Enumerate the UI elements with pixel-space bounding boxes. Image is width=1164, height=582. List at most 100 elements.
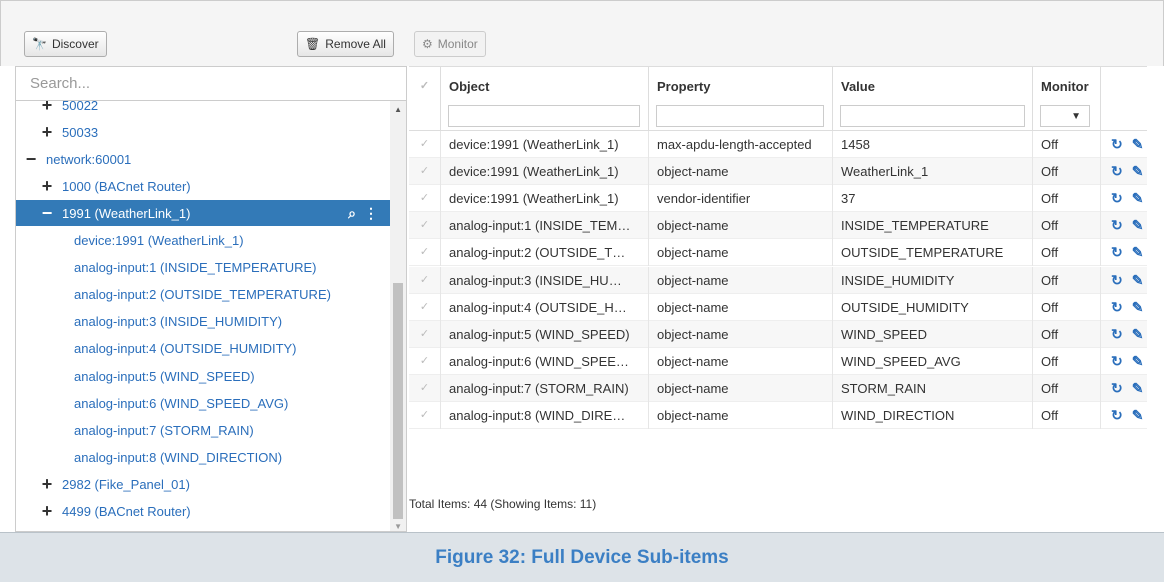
cell-object: analog-input:7 (STORM_RAIN) — [441, 374, 649, 402]
row-checkbox[interactable]: ✓ — [409, 402, 441, 429]
pencil-icon[interactable]: ✎ — [1132, 321, 1144, 348]
column-monitor[interactable]: Monitor ▼ — [1033, 67, 1101, 131]
pencil-icon[interactable]: ✎ — [1132, 402, 1144, 429]
table-row[interactable]: ✓ analog-input:2 (OUTSIDE_T… object-name OU… — [409, 239, 1147, 267]
tree-node[interactable]: analog-input:2 (OUTSIDE_TEMPERATURE) — [16, 282, 390, 308]
row-actions: ↻ ✎ — [1101, 131, 1147, 158]
column-object[interactable]: Object — [441, 67, 649, 131]
table-row[interactable]: ✓ device:1991 (WeatherLink_1) max-apdu-len… — [409, 131, 1147, 158]
table-row[interactable]: ✓ analog-input:6 (WIND_SPEE… object-name WI… — [409, 347, 1147, 375]
tree-node[interactable]: +50022 — [16, 101, 390, 118]
table-row[interactable]: ✓ device:1991 (WeatherLink_1) vendor-ident… — [409, 185, 1147, 213]
tree-node[interactable]: +4499 (BACnet Router) — [16, 499, 390, 525]
refresh-icon[interactable]: ↻ — [1111, 212, 1123, 239]
pencil-icon[interactable]: ✎ — [1132, 267, 1144, 294]
monitor-filter-select[interactable]: ▼ — [1040, 105, 1090, 127]
pencil-icon[interactable]: ✎ — [1132, 375, 1144, 402]
tree-node[interactable]: −1991 (WeatherLink_1) ⌕ ⋮ — [16, 200, 390, 227]
tree-node[interactable]: analog-input:5 (WIND_SPEED) — [16, 363, 390, 389]
row-checkbox[interactable]: ✓ — [409, 266, 441, 294]
row-checkbox[interactable]: ✓ — [409, 347, 441, 375]
row-checkbox[interactable]: ✓ — [409, 212, 441, 240]
search-icon[interactable]: ⌕ — [348, 205, 356, 222]
scroll-down-arrow-icon[interactable]: ▼ — [394, 522, 402, 531]
tree-node[interactable]: analog-input:8 (WIND_DIRECTION) — [16, 444, 390, 470]
table-row[interactable]: ✓ analog-input:5 (WIND_SPEED) object-name W… — [409, 320, 1147, 348]
refresh-icon[interactable]: ↻ — [1111, 267, 1123, 294]
cell-monitor: Off — [1033, 131, 1101, 158]
table-row[interactable]: ✓ analog-input:4 (OUTSIDE_H… object-name OU… — [409, 293, 1147, 321]
refresh-icon[interactable]: ↻ — [1111, 185, 1123, 212]
row-checkbox[interactable]: ✓ — [409, 131, 441, 158]
scroll-up-arrow-icon[interactable]: ▲ — [394, 105, 402, 114]
row-checkbox[interactable]: ✓ — [409, 185, 441, 213]
refresh-icon[interactable]: ↻ — [1111, 294, 1123, 321]
table-row[interactable]: ✓ analog-input:3 (INSIDE_HU… object-name IN… — [409, 266, 1147, 294]
pencil-icon[interactable]: ✎ — [1132, 158, 1144, 185]
tree-node[interactable]: analog-input:1 (INSIDE_TEMPERATURE) — [16, 255, 390, 281]
column-value[interactable]: Value — [833, 67, 1033, 131]
cell-object: analog-input:3 (INSIDE_HU… — [441, 266, 649, 294]
tree-node[interactable]: − network:60001 — [16, 146, 390, 172]
monitor-button[interactable]: ⚙ Monitor — [414, 31, 486, 57]
chevron-down-icon: ▼ — [1071, 110, 1081, 122]
pencil-icon[interactable]: ✎ — [1132, 348, 1144, 375]
pencil-icon[interactable]: ✎ — [1132, 185, 1144, 212]
tree-node[interactable]: device:1991 (WeatherLink_1) — [16, 228, 390, 254]
refresh-icon[interactable]: ↻ — [1111, 239, 1123, 266]
expand-plus-icon[interactable]: + — [38, 122, 56, 143]
row-checkbox[interactable]: ✓ — [409, 374, 441, 402]
table-row[interactable]: ✓ analog-input:1 (INSIDE_TEM… object-name I… — [409, 212, 1147, 240]
cell-value: WIND_SPEED_AVG — [833, 347, 1033, 375]
search-input[interactable]: Search... — [16, 67, 406, 101]
tree-node-label: analog-input:4 (OUTSIDE_HUMIDITY) — [74, 341, 297, 357]
refresh-icon[interactable]: ↻ — [1111, 131, 1123, 158]
pencil-icon[interactable]: ✎ — [1132, 239, 1144, 266]
row-checkbox[interactable]: ✓ — [409, 293, 441, 321]
refresh-icon[interactable]: ↻ — [1111, 158, 1123, 185]
cell-value: 1458 — [833, 131, 1033, 158]
tree-node[interactable]: analog-input:3 (INSIDE_HUMIDITY) — [16, 309, 390, 335]
row-checkbox[interactable]: ✓ — [409, 239, 441, 267]
pencil-icon[interactable]: ✎ — [1132, 212, 1144, 239]
tree-node[interactable]: +2982 (Fike_Panel_01) — [16, 471, 390, 497]
tree-node[interactable]: analog-input:7 (STORM_RAIN) — [16, 417, 390, 443]
table-row[interactable]: ✓ device:1991 (WeatherLink_1) object-name W… — [409, 158, 1147, 186]
remove-all-button[interactable]: 🗑 Remove All — [297, 31, 394, 57]
refresh-icon[interactable]: ↻ — [1111, 402, 1123, 429]
table-row[interactable]: ✓ analog-input:8 (WIND_DIRE… object-name WI… — [409, 402, 1147, 429]
discover-button[interactable]: 🔭 Discover — [24, 31, 107, 57]
tree-node[interactable]: analog-input:4 (OUTSIDE_HUMIDITY) — [16, 336, 390, 362]
refresh-icon[interactable]: ↻ — [1111, 348, 1123, 375]
refresh-icon[interactable]: ↻ — [1111, 321, 1123, 348]
tree-node[interactable]: analog-input:6 (WIND_SPEED_AVG) — [16, 390, 390, 416]
device-tree-panel: Search... +50022 +50033− network:60001 +100… — [15, 66, 407, 532]
cell-property: object-name — [649, 402, 833, 429]
tree-node[interactable]: +1000 (BACnet Router) — [16, 173, 390, 199]
property-filter-input[interactable] — [656, 105, 824, 127]
expand-plus-icon[interactable]: + — [38, 474, 56, 495]
table-row[interactable]: ✓ analog-input:7 (STORM_RAIN) object-name S… — [409, 374, 1147, 402]
cell-object: analog-input:2 (OUTSIDE_T… — [441, 239, 649, 267]
scroll-thumb[interactable] — [393, 283, 403, 519]
collapse-minus-icon[interactable]: − — [38, 203, 56, 224]
value-filter-input[interactable] — [840, 105, 1025, 127]
collapse-minus-icon[interactable]: − — [22, 149, 40, 170]
pencil-icon[interactable]: ✎ — [1132, 294, 1144, 321]
select-all-checkbox[interactable]: ✓ — [409, 67, 441, 131]
object-filter-input[interactable] — [448, 105, 640, 127]
tree-node[interactable]: +50033 — [16, 119, 390, 145]
expand-plus-icon[interactable]: + — [38, 101, 56, 116]
expand-plus-icon[interactable]: + — [38, 176, 56, 197]
column-monitor-label: Monitor — [1041, 79, 1089, 94]
more-vertical-icon[interactable]: ⋮ — [364, 205, 378, 222]
pencil-icon[interactable]: ✎ — [1132, 131, 1144, 158]
row-checkbox[interactable]: ✓ — [409, 320, 441, 348]
expand-plus-icon[interactable]: + — [38, 501, 56, 522]
refresh-icon[interactable]: ↻ — [1111, 375, 1123, 402]
column-property[interactable]: Property — [649, 67, 833, 131]
binoculars-icon: 🔭 — [32, 37, 47, 51]
grid-footer: Total Items: 44 (Showing Items: 11) — [409, 497, 597, 511]
row-checkbox[interactable]: ✓ — [409, 158, 441, 186]
tree-scrollbar[interactable]: ▲ ▼ — [390, 101, 406, 531]
